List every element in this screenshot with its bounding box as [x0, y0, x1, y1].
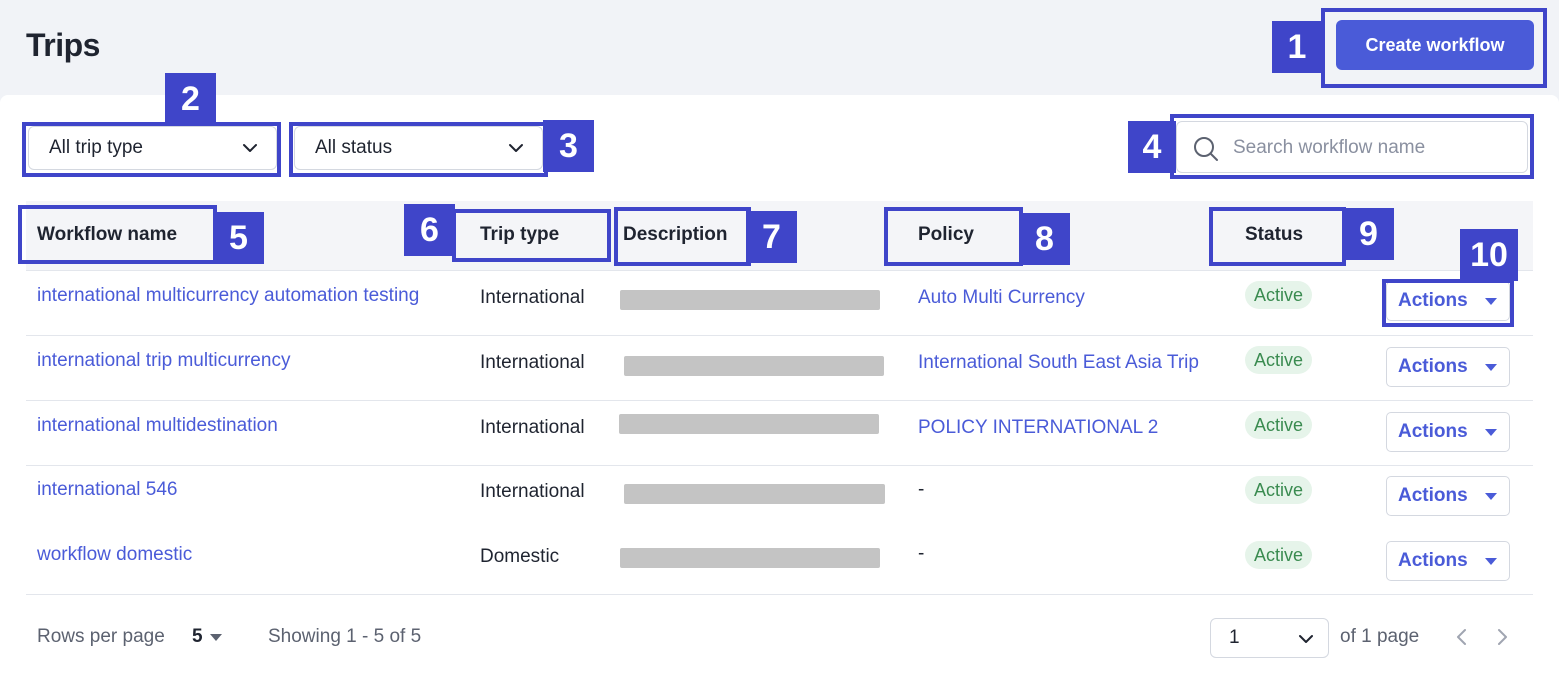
page-select-value: 1 — [1229, 627, 1240, 648]
description-redacted — [620, 548, 880, 568]
actions-label: Actions — [1398, 550, 1468, 571]
annotation-label-4: 4 — [1128, 121, 1176, 173]
caret-down-icon — [1485, 493, 1497, 500]
annotation-box-7 — [614, 207, 751, 266]
chevron-down-icon — [1299, 635, 1313, 643]
page-title: Trips — [26, 27, 100, 63]
annotation-box-9 — [1209, 207, 1346, 266]
actions-label: Actions — [1398, 356, 1468, 377]
actions-button[interactable]: Actions — [1386, 476, 1510, 516]
trip-type-cell: International — [480, 352, 585, 373]
annotation-box-8 — [884, 207, 1023, 266]
chevron-right-icon — [1498, 629, 1507, 645]
workflow-name-link[interactable]: workflow domestic — [37, 544, 192, 566]
of-pages-label: of 1 page — [1340, 626, 1420, 647]
description-redacted — [624, 484, 885, 504]
trip-type-cell: International — [480, 287, 585, 308]
workflow-name-link[interactable]: international trip multicurrency — [37, 350, 290, 372]
actions-label: Actions — [1398, 421, 1468, 442]
trip-type-cell: International — [480, 417, 585, 438]
annotation-box-5 — [18, 205, 217, 264]
description-redacted — [624, 356, 884, 376]
annotation-box-2 — [22, 122, 281, 177]
caret-down-icon — [1485, 558, 1497, 565]
showing-count: Showing 1 - 5 of 5 — [268, 626, 422, 647]
annotation-box-4 — [1170, 114, 1534, 179]
annotation-box-3 — [289, 122, 548, 177]
annotation-label-3: 3 — [543, 120, 594, 172]
workflow-name-link[interactable]: international multidestination — [37, 415, 278, 437]
rows-per-page-select[interactable]: 5 — [192, 626, 203, 648]
policy-link[interactable]: Auto Multi Currency — [918, 287, 1085, 309]
workflow-name-link[interactable]: international multicurrency automation t… — [37, 285, 419, 307]
status-badge: Active — [1245, 281, 1313, 309]
actions-button[interactable]: Actions — [1386, 541, 1510, 581]
status-badge: Active — [1245, 411, 1313, 439]
page: Trips Create workflow All trip type All … — [0, 0, 1559, 673]
annotation-label-2: 2 — [165, 73, 216, 125]
trip-type-cell: Domestic — [480, 546, 560, 567]
actions-button[interactable]: Actions — [1386, 412, 1510, 452]
annotation-box-1 — [1321, 8, 1547, 88]
annotation-label-8: 8 — [1019, 213, 1070, 265]
annotation-box-6 — [452, 209, 611, 262]
status-badge: Active — [1245, 346, 1313, 374]
prev-page-button[interactable] — [1450, 625, 1474, 649]
page-select[interactable]: 1 — [1210, 618, 1329, 658]
trip-type-cell: International — [480, 481, 585, 502]
status-badge: Active — [1245, 541, 1313, 569]
description-redacted — [619, 414, 879, 434]
annotation-label-7: 7 — [746, 211, 797, 263]
policy-cell: - — [918, 479, 925, 500]
annotation-label-6: 6 — [404, 204, 455, 256]
annotation-label-5: 5 — [213, 212, 264, 264]
annotation-box-10 — [1382, 279, 1514, 327]
actions-label: Actions — [1398, 485, 1468, 506]
caret-down-icon[interactable] — [210, 634, 222, 641]
next-page-button[interactable] — [1490, 625, 1514, 649]
caret-down-icon — [1485, 429, 1497, 436]
rows-per-page-label: Rows per page — [37, 626, 165, 647]
workflow-name-link[interactable]: international 546 — [37, 479, 178, 501]
description-redacted — [620, 290, 880, 310]
annotation-label-10: 10 — [1460, 229, 1518, 281]
policy-link[interactable]: POLICY INTERNATIONAL 2 — [918, 417, 1158, 439]
actions-button[interactable]: Actions — [1386, 347, 1510, 387]
chevron-left-icon — [1457, 629, 1466, 645]
policy-cell: - — [918, 543, 925, 564]
policy-link[interactable]: International South East Asia Trip — [918, 352, 1199, 374]
annotation-label-1: 1 — [1272, 21, 1322, 73]
status-badge: Active — [1245, 476, 1313, 504]
annotation-label-9: 9 — [1343, 208, 1394, 260]
caret-down-icon — [1485, 364, 1497, 371]
